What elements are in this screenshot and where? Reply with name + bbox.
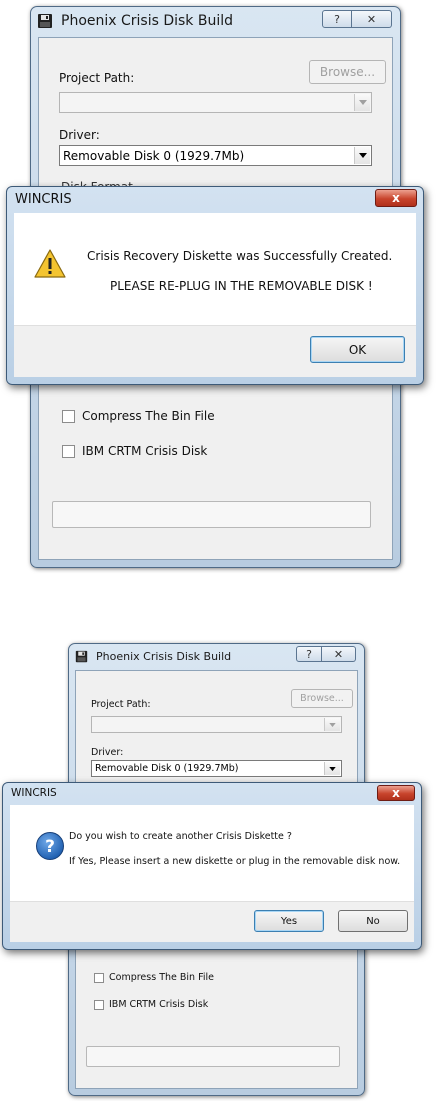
floppy-disk-icon <box>75 650 88 663</box>
project-path-label: Project Path: <box>91 699 151 710</box>
window-title: Phoenix Crisis Disk Build <box>96 650 232 663</box>
svg-text:?: ? <box>45 837 55 857</box>
dialog-message-line2: If Yes, Please insert a new diskette or … <box>69 856 401 867</box>
driver-value: Removable Disk 0 (1929.7Mb) <box>63 148 245 163</box>
screenshot-create-another: Phoenix Crisis Disk Build ? ✕ Project Pa… <box>0 638 439 1101</box>
dialog-footer: OK <box>14 325 416 377</box>
browse-button[interactable]: Browse... <box>309 60 386 84</box>
driver-combo[interactable]: Removable Disk 0 (1929.7Mb) <box>91 760 342 777</box>
compress-label: Compress The Bin File <box>82 409 215 423</box>
wincris-question-dialog: WINCRIS x ? Do you wish to create anothe… <box>2 782 422 950</box>
compress-checkbox[interactable] <box>94 973 104 983</box>
help-button[interactable]: ? <box>296 646 322 662</box>
floppy-disk-icon <box>38 14 52 28</box>
dialog-message-line2: PLEASE RE-PLUG IN THE REMOVABLE DISK ! <box>110 279 373 293</box>
dialog-message-area: ? Do you wish to create another Crisis D… <box>10 805 414 901</box>
caption-buttons: ? ✕ <box>296 646 356 662</box>
screenshot-success: Phoenix Crisis Disk Build ? ✕ Project Pa… <box>0 0 439 580</box>
chevron-down-icon[interactable] <box>324 762 340 775</box>
progress-bar <box>52 501 371 528</box>
chevron-down-icon[interactable] <box>324 718 340 731</box>
dialog-footer: Yes No <box>10 901 414 942</box>
dialog-close-button[interactable]: x <box>375 189 417 207</box>
ibm-crtm-checkbox[interactable] <box>94 1000 104 1010</box>
dialog-title: WINCRIS <box>15 192 72 207</box>
dialog-close-button[interactable]: x <box>377 785 415 801</box>
dialog-title: WINCRIS <box>11 787 57 799</box>
project-path-combo[interactable] <box>91 716 342 733</box>
driver-value: Removable Disk 0 (1929.7Mb) <box>95 763 239 774</box>
chevron-down-icon[interactable] <box>354 94 370 111</box>
yes-button[interactable]: Yes <box>254 910 324 932</box>
project-path-combo[interactable] <box>59 92 372 113</box>
compress-label: Compress The Bin File <box>109 972 214 983</box>
ibm-crtm-label: IBM CRTM Crisis Disk <box>109 999 209 1010</box>
progress-bar <box>86 1046 340 1067</box>
question-icon: ? <box>36 832 64 860</box>
driver-label: Driver: <box>91 747 124 758</box>
window-title: Phoenix Crisis Disk Build <box>61 13 234 29</box>
ibm-crtm-label: IBM CRTM Crisis Disk <box>82 444 208 458</box>
driver-combo[interactable]: Removable Disk 0 (1929.7Mb) <box>59 145 372 166</box>
ok-button[interactable]: OK <box>310 336 405 363</box>
driver-label: Driver: <box>59 128 100 142</box>
dialog-message-line1: Do you wish to create another Crisis Dis… <box>69 831 292 842</box>
dialog-message-line1: Crisis Recovery Diskette was Successfull… <box>87 249 393 263</box>
ibm-crtm-checkbox[interactable] <box>62 445 75 458</box>
project-path-label: Project Path: <box>59 71 135 85</box>
wincris-success-dialog: WINCRIS x Crisis Recovery Diskette was S… <box>6 186 424 385</box>
window-close-button[interactable]: ✕ <box>352 10 392 28</box>
browse-button[interactable]: Browse... <box>291 689 353 708</box>
chevron-down-icon[interactable] <box>354 147 370 164</box>
caption-buttons: ? ✕ <box>322 10 392 28</box>
warning-icon <box>34 249 66 278</box>
no-button[interactable]: No <box>338 910 408 932</box>
help-button[interactable]: ? <box>322 10 352 28</box>
dialog-message-area: Crisis Recovery Diskette was Successfull… <box>14 213 416 325</box>
compress-checkbox[interactable] <box>62 410 75 423</box>
window-close-button[interactable]: ✕ <box>322 646 356 662</box>
